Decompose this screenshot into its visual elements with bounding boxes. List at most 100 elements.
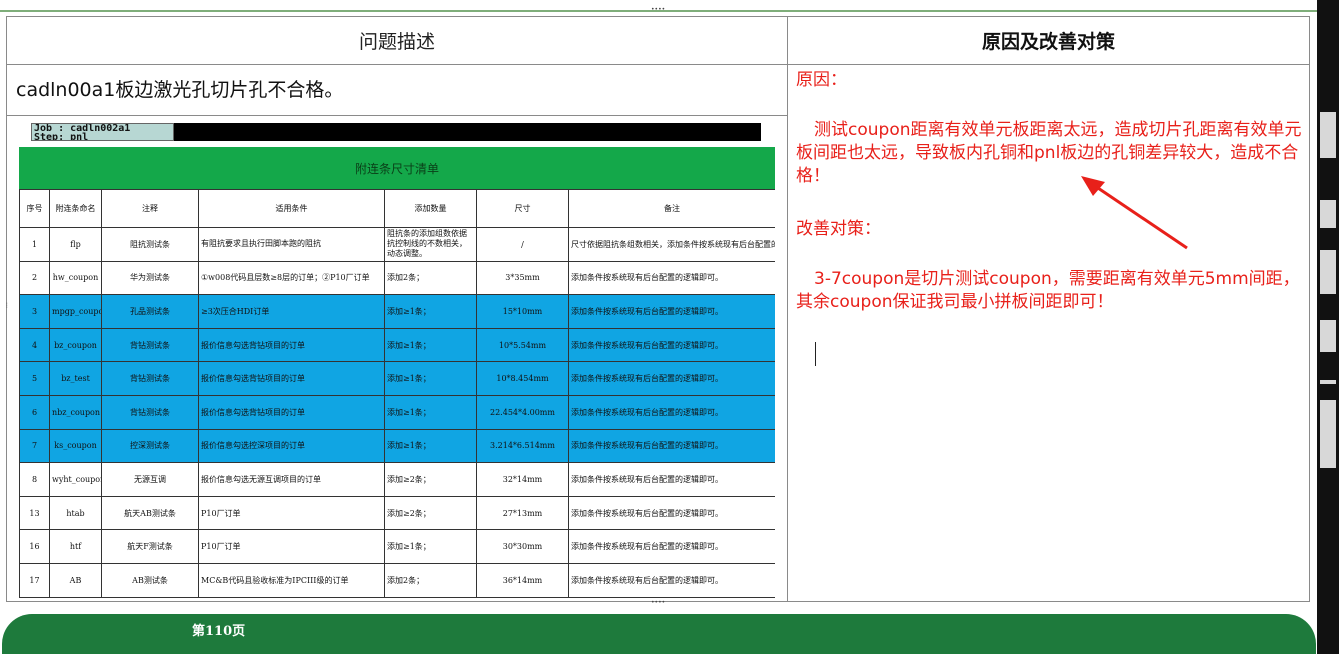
cell-qty: 添加≥1条； <box>384 394 477 430</box>
table-row: 6 nbz_coupon 背钻测试条 报价信息勾选背钻项目的订单 添加≥1条； 22.45… <box>19 394 775 430</box>
cell-size: / <box>476 227 569 262</box>
column-header: 尺寸 <box>476 189 569 228</box>
cell-qty: 添加≥1条； <box>384 361 477 396</box>
column-header: 序号 <box>19 189 50 228</box>
edge-mark <box>1320 400 1336 468</box>
cell-size: 22.454*4.00mm <box>476 394 569 430</box>
embedded-screenshot[interactable]: Job : cadln002a1 Step: pnl 附连条尺寸清单 序号 附连条… <box>19 121 775 601</box>
cell-cond: 有阻抗要求且执行田脚本跑的阻抗 <box>198 227 385 262</box>
cell-no: 3 <box>19 294 50 329</box>
cell-note: 控深测试条 <box>101 428 199 464</box>
cell-note: 航天AB测试条 <box>101 495 199 531</box>
cell-qty: 添加≥1条； <box>384 327 477 363</box>
cell-cond: 报价信息勾选控深项目的订单 <box>198 428 385 464</box>
table-row: 8 wyht_coupon 无源互调 报价信息勾选无源互调项目的订单 添加≥2条； 32*… <box>19 462 775 497</box>
cell-qty: 添加≥2条； <box>384 462 477 497</box>
cell-name: htab <box>49 495 102 531</box>
cell-no: 4 <box>19 327 50 363</box>
right-dark-edge <box>1317 0 1339 654</box>
cause-text[interactable]: 测试coupon距离有效单元板距离太远，造成切片孔距离有效单元板间距也太远，导致… <box>796 119 1306 188</box>
countermeasure-label: 改善对策： <box>796 219 881 239</box>
cell-size: 3.214*6.514mm <box>476 428 569 464</box>
table-row: 2 hw_coupon 华为测试条 ①w008代码且层数≥8层的订单；②P10厂订单添… <box>19 260 775 296</box>
cell-name: AB <box>49 562 102 598</box>
cell-name: mpgp_coupon <box>49 294 102 329</box>
cause-measure-header: 原因及改善对策 <box>981 31 1115 53</box>
cell-qty: 添加2条； <box>384 260 477 296</box>
cell-cond: MC&B代码且验收标准为IPCIII级的订单 <box>198 562 385 598</box>
cell-name: ks_coupon <box>49 428 102 464</box>
cell-cond: 报价信息勾选背钻项目的订单 <box>198 394 385 430</box>
top-border-strip: •••• <box>0 0 1320 14</box>
cell-remark: 添加条件按系统现有后台配置的逻辑即可。 <box>568 462 775 497</box>
cell-name: hw_coupon <box>49 260 102 296</box>
column-header: 附连条命名 <box>49 189 102 228</box>
cell-cond: 报价信息勾选背钻项目的订单 <box>198 327 385 363</box>
job-label: Job : cadln002a1 Step: pnl <box>31 123 174 141</box>
cell-name: nbz_coupon <box>49 394 102 430</box>
cell-size: 15*10mm <box>476 294 569 329</box>
problem-header: 问题描述 <box>358 31 435 53</box>
cell-size: 3*35mm <box>476 260 569 296</box>
text-cursor <box>815 342 816 366</box>
column-header: 适用条件 <box>198 189 385 228</box>
cell-remark: 添加条件按系统现有后台配置的逻辑即可。 <box>568 327 775 363</box>
red-arrow-icon <box>1081 176 1188 250</box>
table-row: 1 flp 阻抗测试条 有阻抗要求且执行田脚本跑的阻抗 阻抗条的添加组数依据抗控制线的不… <box>19 227 775 262</box>
cell-remark: 添加条件按系统现有后台配置的逻辑即可。 <box>568 428 775 464</box>
cell-remark: 尺寸依据阻抗条组数相关，添加条件按系统现有后台配置的逻辑即可。 <box>568 227 775 262</box>
content-table[interactable]: 问题描述 原因及改善对策 cadln00a1板边激光孔切片孔不合格。 Job :… <box>6 16 1310 602</box>
column-header: 备注 <box>568 189 775 228</box>
cell-no: 17 <box>19 562 50 598</box>
edge-mark <box>1320 380 1336 384</box>
left-resize-handle[interactable]: ⋮ <box>4 303 10 318</box>
table-row: 3mpgp_coupon孔品测试条≥3次压合HDI订单添加≥1条；15*10mm… <box>19 294 775 329</box>
table-header-row: 序号 附连条命名 注释 适用条件 添加数量 尺寸 备注 <box>19 189 775 228</box>
cell-qty: 添加≥2条； <box>384 495 477 531</box>
column-divider <box>787 17 788 601</box>
table-row: 16 htf 航天F测试条 P10厂订单 添加≥1条； 30*30mm 添加条件按系统现有后… <box>19 529 775 564</box>
countermeasure-text[interactable]: 3-7coupon是切片测试coupon，需要距离有效单元5mm间距，其余cou… <box>796 268 1306 314</box>
cell-note: 孔品测试条 <box>101 294 199 329</box>
edge-mark <box>1320 200 1336 228</box>
cell-cond: P10厂订单 <box>198 495 385 531</box>
cell-name: bz_test <box>49 361 102 396</box>
table-row: 4 bz_coupon 背钻测试条 报价信息勾选背钻项目的订单 添加≥1条； 10*5.5… <box>19 327 775 363</box>
top-resize-handle[interactable]: •••• <box>651 7 665 13</box>
column-header: 添加数量 <box>384 189 477 228</box>
cell-no: 2 <box>19 260 50 296</box>
cell-cond: 报价信息勾选无源互调项目的订单 <box>198 462 385 497</box>
cell-note: 阻抗测试条 <box>101 227 199 262</box>
cell-note: AB测试条 <box>101 562 199 598</box>
cell-no: 13 <box>19 495 50 531</box>
edge-mark <box>1320 112 1336 158</box>
edge-mark <box>1320 320 1336 352</box>
cell-name: bz_coupon <box>49 327 102 363</box>
table-row: 7 ks_coupon 控深测试条 报价信息勾选控深项目的订单 添加≥1条； 3.214*… <box>19 428 775 464</box>
cell-remark: 添加条件按系统现有后台配置的逻辑即可。 <box>568 529 775 564</box>
problem-row-divider <box>7 115 787 116</box>
cell-remark: 添加条件按系统现有后台配置的逻辑即可。 <box>568 394 775 430</box>
cell-cond: P10厂订单 <box>198 529 385 564</box>
bottom-resize-handle[interactable]: •••• <box>651 600 665 606</box>
cell-remark: 添加条件按系统现有后台配置的逻辑即可。 <box>568 260 775 296</box>
cell-note: 无源互调 <box>101 462 199 497</box>
cell-size: 36*14mm <box>476 562 569 598</box>
edge-mark <box>1320 250 1336 294</box>
slide-canvas: •••• 问题描述 原因及改善对策 cadln00a1板边激光孔切片孔不合格。 … <box>0 0 1339 654</box>
column-header: 注释 <box>101 189 199 228</box>
coupon-list-title: 附连条尺寸清单 <box>19 147 775 189</box>
cause-label: 原因： <box>796 70 847 90</box>
cell-qty: 阻抗条的添加组数依据抗控制线的不数相关，动态调整。 <box>384 227 477 262</box>
cell-cond: ①w008代码且层数≥8层的订单；②P10厂订单 <box>198 260 385 296</box>
job-info-bar: Job : cadln002a1 Step: pnl <box>31 123 761 141</box>
cell-no: 5 <box>19 361 50 396</box>
cell-qty: 添加2条； <box>384 562 477 598</box>
cell-size: 10*5.54mm <box>476 327 569 363</box>
cell-note: 华为测试条 <box>101 260 199 296</box>
cell-qty: 添加≥1条； <box>384 294 477 329</box>
cell-size: 32*14mm <box>476 462 569 497</box>
problem-description[interactable]: cadln00a1板边激光孔切片孔不合格。 <box>16 75 343 102</box>
cell-note: 背钻测试条 <box>101 327 199 363</box>
cell-no: 16 <box>19 529 50 564</box>
